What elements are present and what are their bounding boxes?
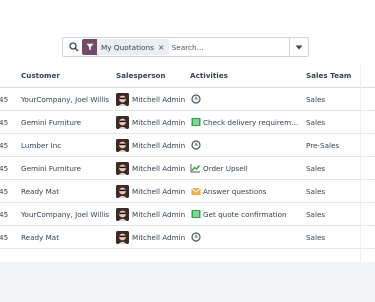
row-salesperson: Mitchell Admin bbox=[116, 111, 190, 133]
row-activity[interactable]: Answer questions bbox=[190, 180, 302, 202]
row-salesperson: Mitchell Admin bbox=[116, 180, 190, 202]
row-activity[interactable] bbox=[190, 88, 302, 110]
column-divider bbox=[360, 64, 361, 262]
todo-list-icon[interactable] bbox=[190, 117, 201, 128]
row-activity[interactable] bbox=[190, 134, 302, 156]
header-sales-team[interactable]: Sales Team bbox=[306, 64, 366, 87]
footer-band bbox=[0, 262, 375, 302]
row-sales-team: Sales bbox=[306, 94, 326, 104]
avatar[interactable] bbox=[116, 138, 129, 152]
todo-list-icon[interactable] bbox=[190, 209, 201, 220]
row-sales-team: Sales bbox=[306, 163, 326, 173]
clock-icon[interactable] bbox=[190, 140, 201, 151]
header-salesperson[interactable]: Salesperson bbox=[116, 64, 190, 87]
activity-summary: Answer questions bbox=[203, 186, 267, 196]
activity-summary: Get quote confirmation bbox=[203, 209, 287, 219]
row-time: 6:45 bbox=[0, 117, 9, 127]
table-row[interactable]: 6:45 Gemini Furniture Mitchell Admin Order … bbox=[0, 157, 375, 180]
filter-facet-label: My Quotations bbox=[101, 42, 154, 52]
row-sales-team: Sales bbox=[306, 186, 326, 196]
header-customer[interactable]: Customer bbox=[21, 64, 111, 87]
table-row[interactable]: 6:45 Ready Mat Mitchell Admin Sales bbox=[0, 226, 375, 249]
row-customer: Lumber Inc bbox=[21, 140, 62, 150]
chart-up-icon[interactable] bbox=[190, 163, 201, 174]
envelope-icon[interactable] bbox=[190, 186, 201, 197]
search-input[interactable] bbox=[171, 39, 289, 55]
row-salesperson: Mitchell Admin bbox=[116, 157, 190, 179]
row-customer: Gemini Furniture bbox=[21, 163, 82, 173]
search-options-toggle[interactable] bbox=[289, 38, 308, 56]
row-activity[interactable]: Get quote confirmation bbox=[190, 203, 302, 225]
row-time: 6:45 bbox=[0, 163, 9, 173]
row-customer: YourCompany, Joel Willis bbox=[21, 94, 110, 104]
filter-facet[interactable]: My Quotations × bbox=[82, 39, 169, 55]
row-salesperson: Mitchell Admin bbox=[116, 203, 190, 225]
row-activity[interactable]: Check delivery requireme... bbox=[190, 111, 302, 133]
header-activities[interactable]: Activities bbox=[190, 64, 302, 87]
avatar[interactable] bbox=[116, 115, 129, 129]
salesperson-name: Mitchell Admin bbox=[132, 163, 186, 173]
avatar[interactable] bbox=[116, 207, 129, 221]
row-customer: Gemini Furniture bbox=[21, 117, 82, 127]
search-icon[interactable] bbox=[67, 38, 81, 56]
salesperson-name: Mitchell Admin bbox=[132, 209, 186, 219]
table-row[interactable]: 6:45 YourCompany, Joel Willis Mitchell Adm… bbox=[0, 203, 375, 226]
remove-facet-icon[interactable]: × bbox=[158, 43, 169, 52]
avatar[interactable] bbox=[116, 184, 129, 198]
row-activity[interactable] bbox=[190, 226, 302, 248]
clock-icon[interactable] bbox=[190, 232, 201, 243]
row-time: 6:45 bbox=[0, 209, 9, 219]
row-salesperson: Mitchell Admin bbox=[116, 134, 190, 156]
salesperson-name: Mitchell Admin bbox=[132, 94, 186, 104]
row-customer: Ready Mat bbox=[21, 232, 60, 242]
caret-down-icon bbox=[295, 45, 303, 49]
salesperson-name: Mitchell Admin bbox=[132, 186, 186, 196]
row-time: 6:45 bbox=[0, 94, 9, 104]
avatar[interactable] bbox=[116, 92, 129, 106]
row-customer: YourCompany, Joel Willis bbox=[21, 209, 110, 219]
row-time: 6:45 bbox=[0, 186, 9, 196]
row-sales-team: Sales bbox=[306, 117, 326, 127]
table-row[interactable]: 6:45 YourCompany, Joel Willis Mitchell Adm… bbox=[0, 88, 375, 111]
row-sales-team: Pre-Sales bbox=[306, 140, 340, 150]
row-sales-team: Sales bbox=[306, 232, 326, 242]
search-bar[interactable]: My Quotations × bbox=[62, 37, 309, 57]
table-row[interactable]: 6:45 Ready Mat Mitchell Admin Answer questi… bbox=[0, 180, 375, 203]
table-row[interactable]: 6:45 Lumber Inc Mitchell Admin Pre-Sales bbox=[0, 134, 375, 157]
row-sales-team: Sales bbox=[306, 209, 326, 219]
row-salesperson: Mitchell Admin bbox=[116, 226, 190, 248]
activity-summary: Check delivery requireme... bbox=[203, 117, 301, 127]
table-row[interactable]: 6:45 Gemini Furniture Mitchell Admin Check … bbox=[0, 111, 375, 134]
quotations-list: Customer Salesperson Activities Sales Te… bbox=[0, 64, 375, 249]
row-activity[interactable]: Order Upsell bbox=[190, 157, 302, 179]
table-header: Customer Salesperson Activities Sales Te… bbox=[0, 64, 375, 88]
salesperson-name: Mitchell Admin bbox=[132, 117, 186, 127]
avatar[interactable] bbox=[116, 230, 129, 244]
row-salesperson: Mitchell Admin bbox=[116, 88, 190, 110]
row-time: 6:45 bbox=[0, 140, 9, 150]
row-time: 6:45 bbox=[0, 232, 9, 242]
avatar[interactable] bbox=[116, 161, 129, 175]
activity-summary: Order Upsell bbox=[203, 163, 248, 173]
salesperson-name: Mitchell Admin bbox=[132, 232, 186, 242]
row-customer: Ready Mat bbox=[21, 186, 60, 196]
salesperson-name: Mitchell Admin bbox=[132, 140, 186, 150]
filter-icon bbox=[82, 39, 97, 55]
clock-icon[interactable] bbox=[190, 94, 201, 105]
